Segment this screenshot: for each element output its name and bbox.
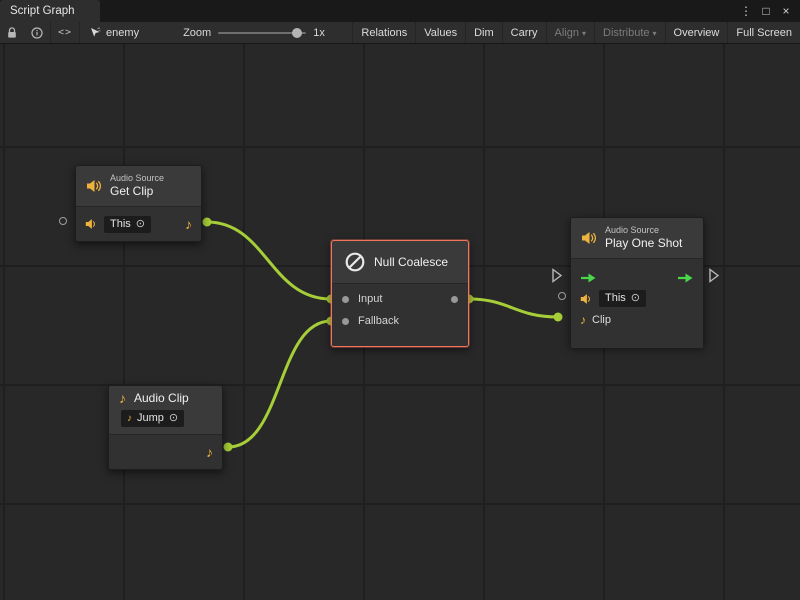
menu-icon[interactable]: ⋮ <box>738 4 754 18</box>
graph-breadcrumb[interactable]: enemy <box>80 27 149 39</box>
carry-label: Carry <box>511 27 538 39</box>
speaker-icon <box>85 218 98 230</box>
input-port-row[interactable]: Input <box>332 288 468 310</box>
audio-source-icon <box>581 231 597 245</box>
zoom-slider-handle[interactable] <box>292 28 302 38</box>
clip-field-value: Jump <box>137 411 164 426</box>
values-label: Values <box>424 27 457 39</box>
toolbar-buttons: Relations Values Dim Carry Align▾ Distri… <box>352 22 800 43</box>
titlebar: Script Graph ⋮ □ × <box>0 0 800 22</box>
this-field-value: This <box>605 291 626 306</box>
distribute-label: Distribute <box>603 27 649 39</box>
this-field-value: This <box>110 217 131 232</box>
this-row: This ⊙ <box>571 288 703 309</box>
zoom-label: Zoom <box>183 27 211 39</box>
overview-label: Overview <box>674 27 720 39</box>
wire-endpoint[interactable] <box>554 313 563 322</box>
node-header[interactable]: Null Coalesce <box>332 241 468 283</box>
this-input-port[interactable] <box>558 292 566 300</box>
fallback-port[interactable] <box>342 318 349 325</box>
fallback-port-row[interactable]: Fallback <box>332 310 468 332</box>
fallback-port-label: Fallback <box>358 315 399 327</box>
clip-object-field[interactable]: ♪ Jump ⊙ <box>121 410 184 427</box>
node-category: Audio Source <box>110 173 164 184</box>
node-null-coalesce[interactable]: Null Coalesce Input Fallback <box>331 240 469 347</box>
values-button[interactable]: Values <box>415 22 465 43</box>
zoom-value: 1x <box>313 27 325 39</box>
toolbar: <> enemy Zoom 1x Relations Values Dim Ca… <box>0 22 800 44</box>
close-icon[interactable]: × <box>778 4 794 18</box>
input-port[interactable] <box>59 217 67 225</box>
audio-clip-output-icon: ♪ <box>185 217 192 231</box>
null-coalesce-icon <box>344 251 366 273</box>
clip-port-label: Clip <box>592 314 611 326</box>
pointer-icon <box>90 27 101 38</box>
tab-script-graph[interactable]: Script Graph <box>0 0 100 22</box>
node-category: Audio Source <box>605 225 682 236</box>
script-graph-window: Script Graph ⋮ □ × <> enemy Zoom 1x <box>0 0 800 600</box>
chevron-down-icon: ▾ <box>582 29 586 38</box>
result-output-port[interactable] <box>451 296 458 303</box>
connection-wire[interactable] <box>207 222 331 299</box>
zoom-slider[interactable] <box>218 32 306 34</box>
flow-input-triangle-icon[interactable] <box>551 268 563 283</box>
align-label: Align <box>555 27 579 39</box>
node-header[interactable]: Audio Source Play One Shot <box>571 218 703 258</box>
dim-button[interactable]: Dim <box>465 22 502 43</box>
graph-canvas[interactable]: Audio Source Get Clip This ⊙ ♪ <box>0 44 800 600</box>
speaker-icon <box>580 293 593 305</box>
this-object-field[interactable]: This ⊙ <box>104 216 151 233</box>
node-get-clip[interactable]: Audio Source Get Clip This ⊙ ♪ <box>75 165 202 242</box>
fullscreen-label: Full Screen <box>736 27 792 39</box>
node-title: Null Coalesce <box>374 255 448 269</box>
input-port[interactable] <box>342 296 349 303</box>
flow-out-arrow-icon[interactable] <box>677 273 694 283</box>
fullscreen-button[interactable]: Full Screen <box>727 22 800 43</box>
relations-label: Relations <box>361 27 407 39</box>
zoom-control: Zoom 1x <box>183 27 325 39</box>
node-play-one-shot[interactable]: Audio Source Play One Shot This ⊙ <box>570 217 704 346</box>
align-button[interactable]: Align▾ <box>546 22 594 43</box>
flow-in-arrow-icon[interactable] <box>580 273 597 283</box>
clip-row: ♪ Clip <box>571 309 703 330</box>
flow-row <box>571 267 703 288</box>
node-audio-clip[interactable]: ♪ Audio Clip ♪ Jump ⊙ ♪ <box>108 385 223 470</box>
flow-output-triangle-icon[interactable] <box>708 268 720 283</box>
node-header[interactable]: ♪ Audio Clip <box>109 386 222 407</box>
carry-button[interactable]: Carry <box>502 22 546 43</box>
distribute-button[interactable]: Distribute ▾ <box>594 22 664 43</box>
info-icon[interactable] <box>24 22 50 43</box>
node-header[interactable]: Audio Source Get Clip <box>76 166 201 206</box>
overview-button[interactable]: Overview <box>665 22 728 43</box>
node-title: Play One Shot <box>605 236 682 251</box>
relations-button[interactable]: Relations <box>352 22 415 43</box>
audio-clip-icon: ♪ <box>580 314 586 326</box>
node-title: Get Clip <box>110 184 164 199</box>
clip-field-row: ♪ Jump ⊙ <box>109 407 222 434</box>
wire-endpoint[interactable] <box>203 218 212 227</box>
connection-wire[interactable] <box>228 321 331 447</box>
audio-clip-icon: ♪ <box>119 391 126 405</box>
dim-label: Dim <box>474 27 494 39</box>
lock-icon[interactable] <box>0 22 24 43</box>
note-icon: ♪ <box>127 414 132 424</box>
wire-endpoint[interactable] <box>224 443 233 452</box>
maximize-icon[interactable]: □ <box>758 4 774 18</box>
object-picker-icon[interactable]: ⊙ <box>169 411 178 426</box>
code-icon[interactable]: <> <box>51 22 79 43</box>
this-object-field[interactable]: This ⊙ <box>599 290 646 307</box>
connection-wire[interactable] <box>469 299 558 317</box>
graph-name-label: enemy <box>106 27 139 39</box>
input-port-label: Input <box>358 293 382 305</box>
chevron-down-icon: ▾ <box>653 29 657 38</box>
node-title: Audio Clip <box>134 391 189 405</box>
audio-clip-output-icon: ♪ <box>206 445 213 459</box>
audio-source-icon <box>86 179 102 193</box>
object-picker-icon[interactable]: ⊙ <box>136 217 145 232</box>
object-picker-icon[interactable]: ⊙ <box>631 291 640 306</box>
window-controls: ⋮ □ × <box>738 0 800 22</box>
